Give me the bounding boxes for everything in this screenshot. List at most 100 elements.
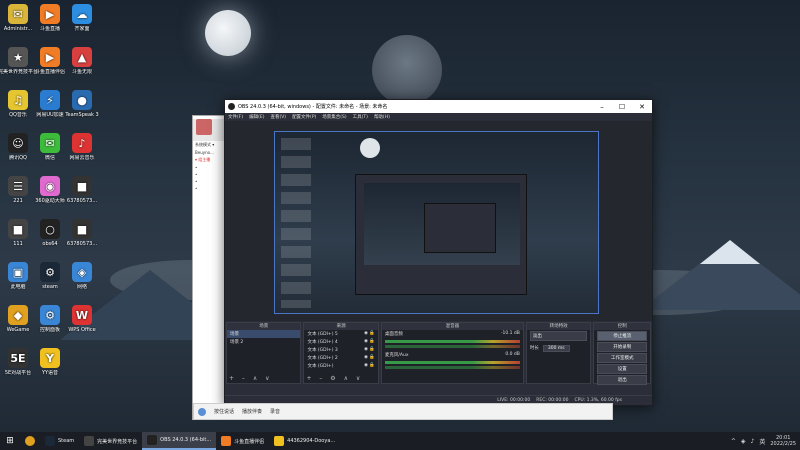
- close-button[interactable]: ✕: [632, 103, 652, 111]
- app-icon: [84, 436, 95, 446]
- source-item[interactable]: 文本 (GDI+) 3 ◉ 🔒: [304, 346, 377, 354]
- desktop-icon[interactable]: ■ 63780573...: [62, 176, 102, 204]
- scene-item[interactable]: 场景 2: [227, 338, 300, 346]
- obs-window[interactable]: OBS 24.0.3 (64-bit, windows) - 配置文件: 未命名…: [224, 99, 653, 406]
- desktop-icon-label: 齐家面: [74, 26, 90, 32]
- app-icon: ○: [40, 219, 60, 239]
- audio-meter: [384, 340, 520, 343]
- taskbar-item[interactable]: 44362904-Dooya...: [269, 432, 340, 450]
- preview-canvas[interactable]: [274, 131, 599, 314]
- mixer-dock: 混音器 桌面音频 -10.1 dB 麦克风/Aux 0.0 dB: [380, 322, 524, 384]
- app-icon: ♪: [72, 133, 92, 153]
- desktop-icon-label: 网易云音乐: [69, 155, 95, 161]
- menu-item[interactable]: 场景集合(S): [322, 114, 346, 120]
- app-icon: ✉: [8, 4, 28, 24]
- duration-input[interactable]: 300 ms: [542, 345, 570, 352]
- duration-label: 时长: [529, 346, 539, 351]
- app-icon: ♫: [8, 90, 28, 110]
- ime-icon[interactable]: 英: [759, 437, 765, 446]
- source-item[interactable]: 文本 (GDI+) 2 ◉ 🔒: [304, 354, 377, 362]
- app-icon: ✉: [40, 133, 60, 153]
- preview-desktop-icons: [281, 138, 311, 308]
- source-tools[interactable]: + – ⚙ ∧ ∨: [306, 375, 363, 382]
- preview-area: [225, 121, 652, 321]
- visibility-lock-icon[interactable]: ◉ 🔒: [364, 347, 375, 353]
- control-button[interactable]: 设置: [597, 364, 647, 374]
- menu-item[interactable]: 编辑(E): [249, 114, 264, 120]
- desktop-icon[interactable]: Y YY语音: [30, 348, 70, 376]
- preview-moon: [360, 138, 380, 158]
- taskbar: ⊞ Steam 完美世界竞技平台 OBS 24.0.3 (64-bit... 斗鱼直播…: [0, 432, 800, 450]
- taskbar-item[interactable]: Steam: [40, 432, 79, 450]
- controls-dock: 控制 停止推流 开始录制 工作室模式 设置 退出: [593, 322, 651, 385]
- push-to-talk-button[interactable]: 按住说话: [214, 408, 234, 415]
- controls-header: 控制: [594, 323, 650, 330]
- audio-meter: [384, 361, 520, 364]
- desktop-icon[interactable]: ♪ 网易云音乐: [62, 133, 102, 161]
- network-icon[interactable]: ◈: [741, 438, 746, 445]
- menu-item[interactable]: 文件(F): [228, 114, 243, 120]
- minimize-button[interactable]: –: [592, 103, 612, 111]
- scene-tools[interactable]: + – ∧ ∨: [229, 375, 273, 382]
- desktop-icon[interactable]: ■ 63780573...: [62, 219, 102, 247]
- maximize-button[interactable]: ☐: [612, 103, 632, 111]
- taskbar-item[interactable]: 斗鱼直播伴侣: [216, 432, 269, 450]
- desktop-icon[interactable]: ▲ 斗鱼无限: [62, 47, 102, 75]
- app-icon: ■: [8, 219, 28, 239]
- record-button[interactable]: 录音: [270, 408, 280, 415]
- taskbar-item[interactable]: OBS 24.0.3 (64-bit...: [142, 432, 217, 450]
- visibility-lock-icon[interactable]: ◉ 🔒: [364, 363, 375, 369]
- start-button[interactable]: ⊞: [0, 432, 20, 450]
- scene-item[interactable]: 场景: [227, 330, 301, 338]
- control-button[interactable]: 工作室模式: [597, 353, 647, 363]
- taskbar-item-label: 44362904-Dooya...: [287, 438, 336, 444]
- taskbar-item-label: 斗鱼直播伴侣: [234, 438, 265, 445]
- app-icon: ■: [72, 176, 92, 196]
- windows-icon: ⊞: [6, 436, 14, 446]
- desktop-icon[interactable]: ◈ 网络: [62, 262, 102, 290]
- browser-icon: [25, 436, 35, 446]
- desktop-icon-label: 63780573...: [66, 241, 98, 247]
- taskbar-item[interactable]: 完美世界竞技平台: [79, 432, 142, 450]
- obs-titlebar: OBS 24.0.3 (64-bit, windows) - 配置文件: 未命名…: [225, 100, 652, 113]
- window-title: OBS 24.0.3 (64-bit, windows) - 配置文件: 未命名…: [238, 104, 388, 110]
- taskbar-item-label: Steam: [58, 438, 75, 444]
- volume-slider[interactable]: [384, 366, 520, 369]
- app-icon: ⚙: [40, 305, 60, 325]
- app-icon: [45, 436, 55, 446]
- app-icon: ◉: [40, 176, 60, 196]
- clock[interactable]: 20:01 2022/2/25: [770, 435, 796, 447]
- taskbar-item-label: 完美世界竞技平台: [97, 438, 138, 445]
- desktop-icon[interactable]: ● TeamSpeak 3: [62, 90, 102, 118]
- control-button[interactable]: 退出: [597, 375, 647, 385]
- tray-up-icon[interactable]: ^: [731, 438, 736, 445]
- app-icon: ▲: [72, 47, 92, 67]
- source-item[interactable]: 文本 (GDI+) 4 ◉ 🔒: [304, 338, 377, 346]
- volume-slider[interactable]: [384, 345, 520, 348]
- source-item[interactable]: 文本 (GDI+) ◉ 🔒: [304, 362, 377, 370]
- transition-select[interactable]: 淡出: [529, 331, 588, 341]
- obs-logo-icon: [228, 103, 235, 110]
- voice-chat-bar: 按住说话 播放伴奏 录音: [193, 403, 613, 420]
- visibility-lock-icon[interactable]: ◉ 🔒: [364, 331, 375, 337]
- control-button[interactable]: 停止推流: [597, 331, 647, 341]
- app-icon: ●: [72, 90, 92, 110]
- taskbar-item-label: OBS 24.0.3 (64-bit...: [160, 437, 212, 443]
- visibility-lock-icon[interactable]: ◉ 🔒: [364, 355, 375, 361]
- wallpaper-snowcap: [700, 240, 760, 264]
- desktop-icon[interactable]: W WPS Office: [62, 305, 102, 333]
- source-item[interactable]: 文本 (GDI+) 5 ◉ 🔒: [304, 330, 377, 338]
- control-button[interactable]: 开始录制: [597, 342, 647, 352]
- visibility-lock-icon[interactable]: ◉ 🔒: [364, 339, 375, 345]
- menu-item[interactable]: 配置文件(P): [292, 114, 316, 120]
- voice-icon[interactable]: [198, 407, 206, 416]
- desktop-icon[interactable]: ☁ 齐家面: [62, 4, 102, 32]
- scenes-header: 场景: [227, 323, 301, 330]
- wallpaper-figure: [372, 35, 442, 105]
- menu-item[interactable]: 帮助(H): [374, 114, 390, 120]
- volume-icon[interactable]: ♪: [751, 438, 755, 445]
- taskbar-pinned-browser[interactable]: [20, 432, 40, 450]
- menu-item[interactable]: 查看(V): [270, 114, 286, 120]
- play-accompaniment-button[interactable]: 播放伴奏: [242, 408, 262, 415]
- menu-item[interactable]: 工具(T): [353, 114, 368, 120]
